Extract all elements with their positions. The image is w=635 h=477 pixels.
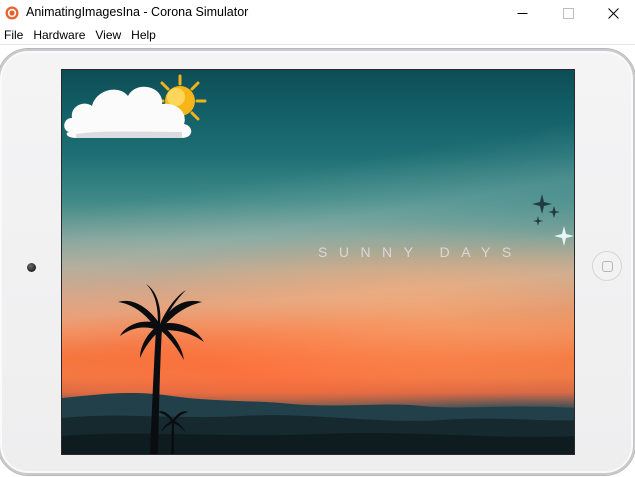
device-screen[interactable]: SUNNY DAYS bbox=[61, 69, 575, 455]
title-bar[interactable]: AnimatingImagesIna - Corona Simulator bbox=[0, 0, 635, 26]
sparkle-stars-icon bbox=[532, 194, 574, 246]
sunny-days-title: SUNNY DAYS bbox=[318, 244, 523, 260]
small-palm-tree-icon bbox=[158, 411, 188, 454]
minimize-button[interactable] bbox=[499, 0, 545, 26]
home-button-icon bbox=[601, 260, 613, 272]
menu-view[interactable]: View bbox=[91, 26, 127, 44]
menu-help[interactable]: Help bbox=[127, 26, 162, 44]
home-button[interactable] bbox=[592, 251, 622, 281]
close-button[interactable] bbox=[590, 0, 635, 26]
menu-bar: File Hardware View Help bbox=[0, 26, 635, 44]
close-icon bbox=[607, 7, 619, 19]
menu-file[interactable]: File bbox=[0, 26, 29, 44]
window-title: AnimatingImagesIna - Corona Simulator bbox=[26, 5, 249, 19]
front-camera-icon bbox=[27, 263, 36, 272]
maximize-icon bbox=[562, 7, 574, 19]
simulator-viewport: SUNNY DAYS bbox=[0, 45, 635, 477]
cloud-sun-image bbox=[64, 74, 207, 138]
simulator-window: AnimatingImagesIna - Corona Simulator Fi… bbox=[0, 0, 635, 477]
maximize-button[interactable] bbox=[545, 0, 591, 26]
minimize-icon bbox=[517, 12, 527, 14]
menu-hardware[interactable]: Hardware bbox=[29, 26, 91, 44]
corona-icon bbox=[5, 6, 19, 20]
